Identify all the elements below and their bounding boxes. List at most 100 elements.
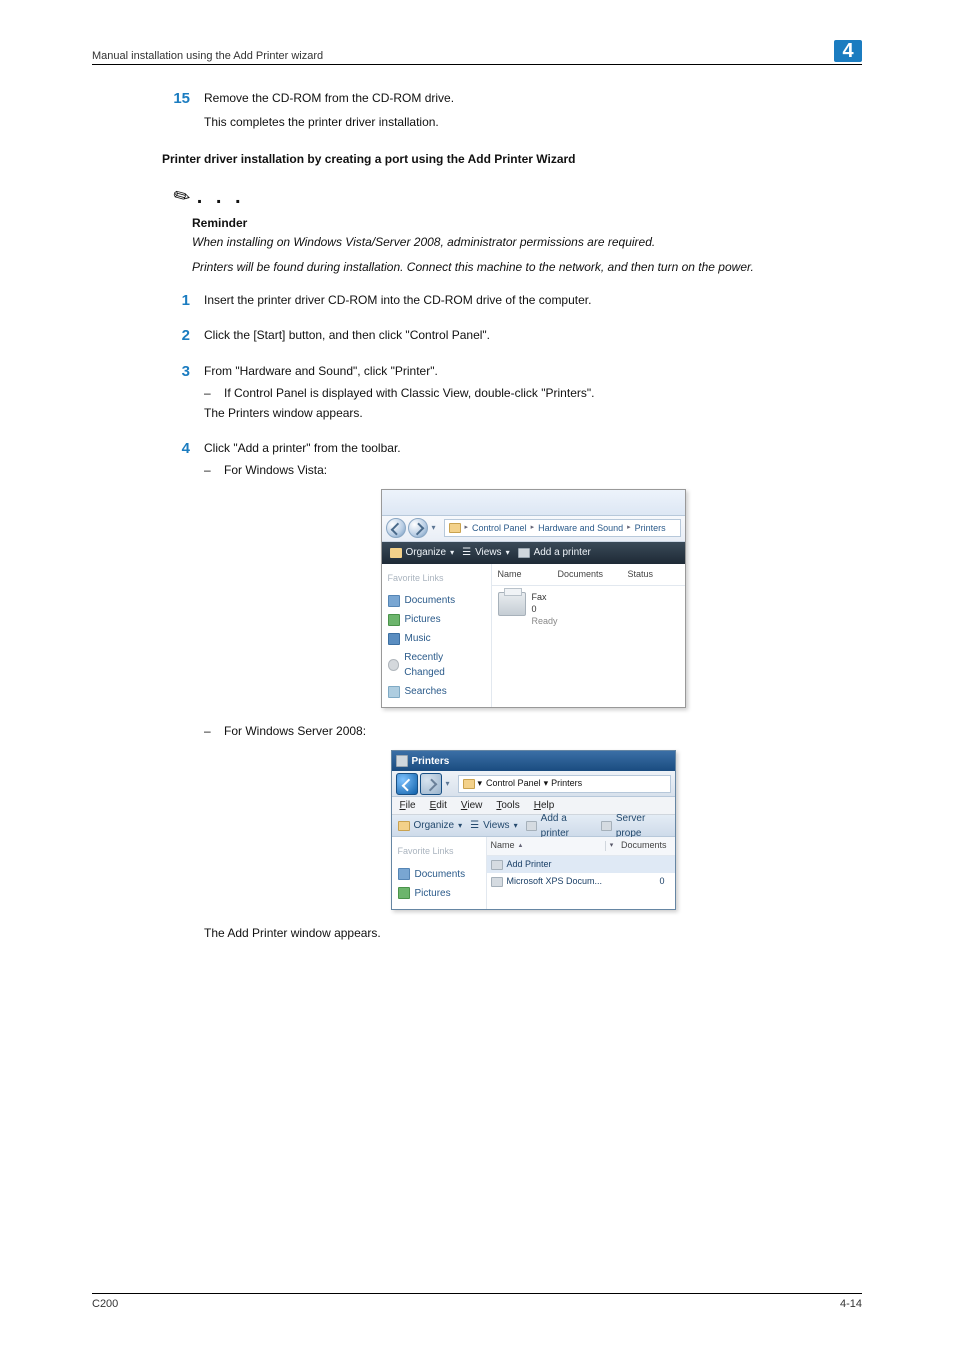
chevron-right-icon: ▸	[465, 523, 469, 534]
window-titlebar: Printers	[392, 751, 675, 771]
dash: –	[204, 722, 216, 740]
reminder-note: ✎ . . . Reminder When installing on Wind…	[174, 182, 862, 277]
back-button[interactable]	[386, 518, 406, 538]
printer-name: Fax	[532, 592, 558, 604]
forward-button[interactable]	[408, 518, 428, 538]
list-item-xps[interactable]: Microsoft XPS Docum...0	[487, 873, 675, 891]
crumb-printers[interactable]: Printers	[551, 777, 582, 791]
sidebar-item-music[interactable]: Music	[386, 629, 487, 648]
side-heading: Favorite Links	[398, 845, 482, 859]
add-printer-button[interactable]: Add a printer	[518, 545, 591, 560]
step-number-3: 3	[162, 361, 190, 425]
col-status[interactable]: Status	[622, 568, 672, 582]
sidebar-item-searches[interactable]: Searches	[386, 682, 487, 701]
col-documents[interactable]: Documents	[552, 568, 622, 582]
col-documents[interactable]: Documents	[617, 839, 671, 853]
step-number-4: 4	[162, 438, 190, 945]
printer-icon	[526, 821, 537, 831]
chevron-down-icon: ▾	[458, 820, 462, 832]
section-heading: Printer driver installation by creating …	[162, 150, 862, 168]
menu-edit[interactable]: Edit	[424, 798, 453, 813]
col-name[interactable]: Name	[491, 839, 515, 853]
step-2-text: Click the [Start] button, and then click…	[204, 326, 862, 344]
after-shots-text: The Add Printer window appears.	[204, 924, 862, 942]
folder-icon	[390, 548, 402, 558]
step-4-sub2: For Windows Server 2008:	[224, 722, 366, 740]
step-4-sub1: For Windows Vista:	[224, 461, 327, 479]
documents-icon	[398, 868, 410, 880]
menu-view[interactable]: View	[455, 798, 489, 813]
sidebar-item-pictures[interactable]: Pictures	[396, 884, 482, 903]
printer-count: 0	[532, 604, 558, 616]
folder-icon	[449, 523, 461, 533]
menu-tools[interactable]: Tools	[490, 798, 525, 813]
step-3-tail: The Printers window appears.	[204, 404, 862, 422]
dash: –	[204, 461, 216, 479]
printer-icon	[518, 548, 530, 558]
printer-state: Ready	[532, 616, 558, 628]
list-item-add-printer[interactable]: Add Printer	[487, 856, 675, 874]
sidebar-item-recent[interactable]: Recently Changed	[386, 648, 487, 682]
crumb-printers[interactable]: Printers	[635, 522, 666, 536]
running-header-left: Manual installation using the Add Printe…	[92, 50, 323, 62]
add-printer-button[interactable]: Add a printer	[526, 811, 593, 841]
printer-row[interactable]: Fax 0 Ready	[492, 586, 685, 633]
pen-icon: ✎	[168, 180, 198, 214]
search-icon	[388, 686, 400, 698]
chevron-down-icon[interactable]: ▾	[432, 522, 436, 534]
printer-icon	[601, 821, 612, 831]
organize-menu[interactable]: Organize▾	[390, 545, 455, 560]
crumb-cp[interactable]: Control Panel	[486, 777, 541, 791]
note-dots: . . .	[197, 182, 245, 212]
recent-icon	[388, 659, 400, 671]
chevron-down-icon[interactable]: ▾	[446, 778, 450, 790]
crumb-cp[interactable]: Control Panel	[472, 522, 527, 536]
views-menu[interactable]: ☰Views▾	[470, 818, 517, 833]
sidebar-item-documents[interactable]: Documents	[396, 865, 482, 884]
folder-icon	[398, 821, 410, 831]
organize-menu[interactable]: Organize▾	[398, 818, 463, 833]
step-15-line1: Remove the CD-ROM from the CD-ROM drive.	[204, 89, 862, 107]
back-button[interactable]	[396, 773, 418, 795]
step-15-line2: This completes the printer driver instal…	[204, 113, 862, 131]
printer-icon	[498, 592, 526, 616]
sort-asc-icon: ▲	[518, 842, 524, 851]
documents-icon	[388, 595, 400, 607]
step-4-text: Click "Add a printer" from the toolbar.	[204, 439, 862, 457]
footer-right: 4-14	[840, 1298, 862, 1310]
chevron-right-icon: ▸	[627, 523, 631, 534]
sidebar-item-documents[interactable]: Documents	[386, 591, 487, 610]
chevron-right-icon: ▸	[531, 523, 535, 534]
printer-icon	[396, 755, 408, 767]
forward-button[interactable]	[420, 773, 442, 795]
note-title: Reminder	[192, 214, 862, 232]
step-number-15: 15	[162, 88, 190, 134]
step-number-2: 2	[162, 325, 190, 348]
step-3-text: From "Hardware and Sound", click "Printe…	[204, 362, 862, 380]
dash: –	[204, 384, 216, 402]
chevron-down-icon[interactable]: ▾	[605, 841, 617, 852]
step-number-1: 1	[162, 290, 190, 313]
views-menu[interactable]: ☰Views▾	[462, 545, 509, 560]
server-properties-button[interactable]: Server prope	[601, 811, 669, 841]
pictures-icon	[388, 614, 400, 626]
crumb-hw[interactable]: Hardware and Sound	[538, 522, 623, 536]
chapter-badge: 4	[834, 40, 862, 62]
side-heading: Favorite Links	[388, 572, 487, 586]
pictures-icon	[398, 887, 410, 899]
music-icon	[388, 633, 400, 645]
col-name[interactable]: Name	[492, 568, 552, 582]
breadcrumb[interactable]: ▾ Control Panel ▾ Printers	[458, 775, 671, 793]
step-3-sub1: If Control Panel is displayed with Class…	[224, 384, 594, 402]
footer-left: C200	[92, 1298, 118, 1310]
printer-icon	[491, 877, 503, 887]
vista-screenshot: ▾ ▸ Control Panel ▸ Hardware and Sound ▸…	[381, 489, 686, 709]
step-1-text: Insert the printer driver CD-ROM into th…	[204, 291, 862, 309]
chevron-down-icon: ▾	[514, 820, 518, 832]
note-p2: Printers will be found during installati…	[192, 259, 862, 276]
printer-icon	[491, 860, 503, 870]
breadcrumb[interactable]: ▸ Control Panel ▸ Hardware and Sound ▸ P…	[444, 519, 681, 537]
server2008-screenshot: Printers ▾ ▾ Control Panel ▾ Print	[391, 750, 676, 910]
sidebar-item-pictures[interactable]: Pictures	[386, 610, 487, 629]
menu-file[interactable]: File	[394, 798, 422, 813]
